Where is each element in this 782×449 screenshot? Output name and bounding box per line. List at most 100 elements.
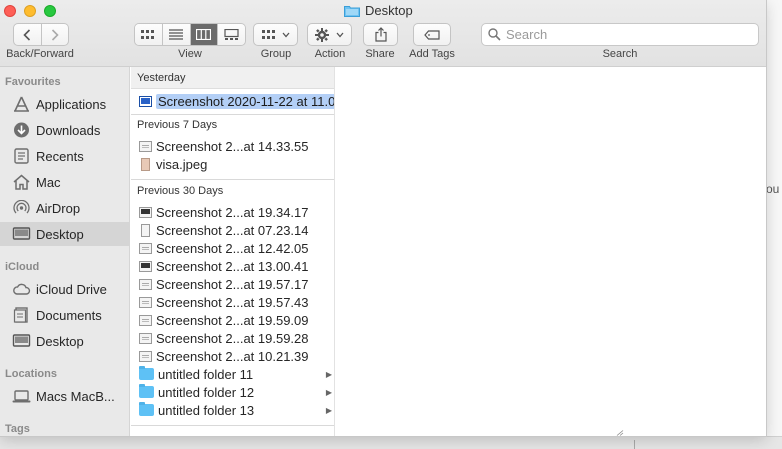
file-name: Screenshot 2...at 19.59.28 bbox=[156, 330, 309, 346]
file-row[interactable]: visa.jpeg bbox=[131, 155, 334, 173]
file-row[interactable]: Screenshot 2...at 19.57.17 bbox=[131, 275, 334, 293]
applications-icon bbox=[14, 96, 29, 112]
group-label: Group bbox=[260, 48, 292, 60]
view-columns-button[interactable] bbox=[190, 24, 219, 45]
view-icons-button[interactable] bbox=[135, 24, 163, 45]
gear-icon bbox=[315, 27, 329, 42]
chevron-down-icon bbox=[336, 32, 344, 37]
background-bottom-strip bbox=[0, 436, 782, 449]
screenshot-file-icon bbox=[139, 140, 152, 152]
sidebar-section-tags: Tags bbox=[5, 423, 30, 435]
group-grid-icon bbox=[261, 29, 275, 39]
search-label: Search bbox=[602, 48, 638, 60]
sidebar-item-downloads[interactable]: Downloads bbox=[0, 118, 129, 142]
sidebar-item-label: Desktop bbox=[36, 226, 84, 242]
action-button[interactable] bbox=[307, 23, 352, 46]
background-divider bbox=[634, 440, 635, 449]
file-name: Screenshot 2...at 10.21.39 bbox=[156, 348, 309, 364]
sidebar-item-icloud-desktop[interactable]: Desktop bbox=[0, 329, 129, 353]
file-name: visa.jpeg bbox=[156, 156, 208, 172]
sidebar: Favourites Applications Downloads Recent… bbox=[0, 67, 130, 436]
disclosure-arrow-icon: ▶ bbox=[325, 369, 332, 379]
view-gallery-button[interactable] bbox=[218, 24, 245, 45]
background-window-text: ou bbox=[766, 182, 780, 196]
search-field[interactable] bbox=[481, 23, 759, 46]
sidebar-item-recents[interactable]: Recents bbox=[0, 144, 129, 168]
search-input[interactable] bbox=[506, 27, 746, 42]
downloads-icon bbox=[14, 122, 29, 138]
sidebar-item-icloud-drive[interactable]: iCloud Drive bbox=[0, 277, 129, 301]
folder-row[interactable]: untitled folder 12 ▶ bbox=[131, 383, 334, 401]
chevron-right-icon bbox=[51, 28, 59, 41]
list-icon bbox=[169, 29, 184, 40]
maximize-button[interactable] bbox=[44, 5, 56, 17]
back-forward-label: Back/Forward bbox=[6, 48, 74, 60]
sidebar-item-label: AirDrop bbox=[36, 200, 81, 216]
disclosure-arrow-icon: ▶ bbox=[325, 405, 332, 415]
folder-icon bbox=[139, 366, 154, 380]
sidebar-item-airdrop[interactable]: AirDrop bbox=[0, 196, 129, 220]
sidebar-item-documents[interactable]: Documents bbox=[0, 303, 129, 327]
columns-icon bbox=[196, 29, 212, 40]
sidebar-section-favourites: Favourites bbox=[5, 76, 61, 88]
sidebar-item-applications[interactable]: Applications bbox=[0, 92, 129, 116]
file-row[interactable]: Screenshot 2...at 19.59.28 bbox=[131, 329, 334, 347]
file-row[interactable]: Screenshot 2...at 10.21.39 bbox=[131, 347, 334, 365]
file-name: Screenshot 2...at 12.42.05 bbox=[156, 240, 309, 256]
file-row[interactable]: Screenshot 2...at 07.23.14 bbox=[131, 221, 334, 239]
file-name: Screenshot 2...at 19.59.09 bbox=[156, 312, 309, 328]
folder-row[interactable]: untitled folder 13 ▶ bbox=[131, 401, 334, 419]
folder-row[interactable]: untitled folder 11 ▶ bbox=[131, 365, 334, 383]
file-name: Screenshot 2...at 19.34.17 bbox=[156, 204, 309, 220]
back-button[interactable] bbox=[13, 23, 42, 46]
view-label: View bbox=[178, 48, 202, 60]
forward-button[interactable] bbox=[41, 23, 69, 46]
file-row[interactable]: Screenshot 2...at 14.33.55 bbox=[131, 137, 334, 155]
add-tags-button[interactable] bbox=[413, 23, 451, 46]
file-row[interactable]: Screenshot 2...at 19.57.43 bbox=[131, 293, 334, 311]
file-row[interactable]: Screenshot 2...at 19.59.09 bbox=[131, 311, 334, 329]
file-row[interactable]: Screenshot 2...at 13.00.41 bbox=[131, 257, 334, 275]
toolbar: Desktop Back/Forward View Group Action S… bbox=[0, 0, 766, 67]
screenshot-file-icon bbox=[139, 260, 152, 272]
screenshot-file-icon bbox=[139, 350, 152, 362]
share-icon bbox=[374, 27, 387, 42]
cloud-icon bbox=[13, 283, 31, 295]
screenshot-file-icon bbox=[141, 223, 150, 237]
image-file-icon bbox=[141, 157, 150, 171]
view-list-button[interactable] bbox=[162, 24, 191, 45]
file-name: Screenshot 2020-11-22 at 11.09.44 bbox=[156, 93, 334, 109]
group-button[interactable] bbox=[253, 23, 298, 46]
view-mode-selector bbox=[134, 23, 246, 46]
screenshot-file-icon bbox=[139, 242, 152, 254]
sidebar-section-icloud: iCloud bbox=[5, 261, 40, 273]
sidebar-item-label: Macs MacB... bbox=[36, 388, 115, 404]
file-row[interactable]: Screenshot 2...at 19.34.17 bbox=[131, 203, 334, 221]
screenshot-file-icon bbox=[139, 278, 152, 290]
back-forward-buttons bbox=[13, 23, 69, 46]
share-button[interactable] bbox=[363, 23, 398, 46]
sidebar-item-label: Desktop bbox=[36, 333, 84, 349]
add-tags-label: Add Tags bbox=[409, 48, 455, 60]
sidebar-item-macs-macbook[interactable]: Macs MacB... bbox=[0, 384, 129, 408]
sidebar-item-mac[interactable]: Mac bbox=[0, 170, 129, 194]
sidebar-section-locations: Locations bbox=[5, 368, 57, 380]
screenshot-file-icon bbox=[139, 314, 152, 326]
sidebar-item-desktop[interactable]: Desktop bbox=[0, 222, 129, 246]
section-header-previous-7-days: Previous 7 Days bbox=[137, 119, 218, 131]
sidebar-item-label: iCloud Drive bbox=[36, 281, 107, 297]
close-button[interactable] bbox=[4, 5, 16, 17]
file-row[interactable]: Screenshot 2...at 12.42.05 bbox=[131, 239, 334, 257]
preview-pane bbox=[336, 67, 766, 436]
grid-icon bbox=[141, 29, 155, 39]
tag-icon bbox=[424, 29, 440, 40]
airdrop-icon bbox=[13, 200, 30, 214]
disclosure-arrow-icon: ▶ bbox=[325, 387, 332, 397]
file-row-selected[interactable]: Screenshot 2020-11-22 at 11.09.44 bbox=[131, 92, 334, 110]
section-header-yesterday: Yesterday bbox=[131, 67, 334, 89]
share-label: Share bbox=[365, 48, 395, 60]
sidebar-item-label: Downloads bbox=[36, 122, 101, 138]
desktop-icon bbox=[12, 227, 31, 240]
minimize-button[interactable] bbox=[24, 5, 36, 17]
column-resize-grip-icon[interactable] bbox=[616, 430, 624, 436]
